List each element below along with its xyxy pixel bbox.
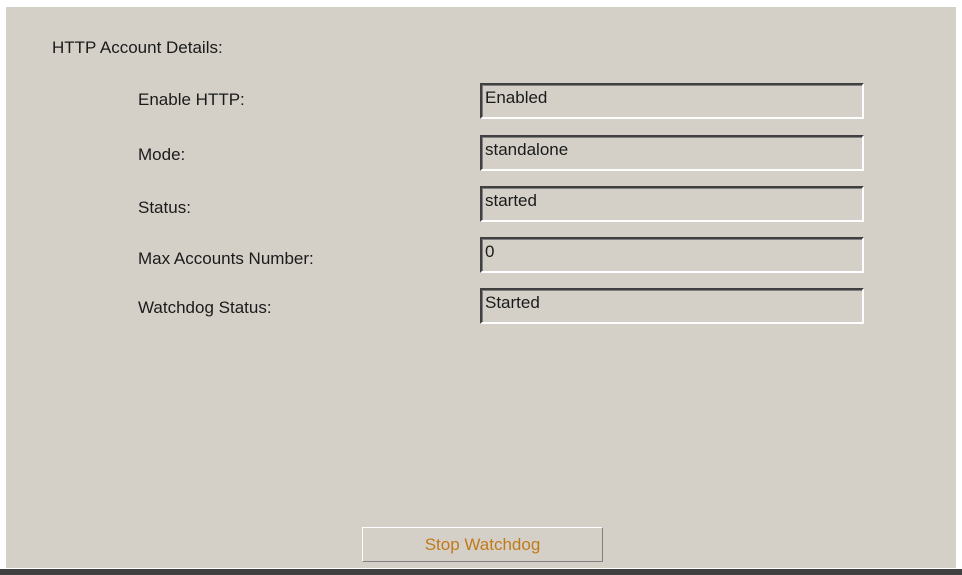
section-title: HTTP Account Details: — [52, 38, 223, 57]
max-accounts-number-field: 0 — [480, 237, 864, 273]
http-account-details-panel: HTTP Account Details: Enable HTTP: Enabl… — [0, 0, 962, 575]
status-label: Status: — [138, 198, 191, 217]
mode-label: Mode: — [138, 145, 186, 164]
status-field: started — [480, 186, 864, 222]
enable-http-label: Enable HTTP: — [138, 90, 245, 109]
bottom-divider — [0, 569, 962, 575]
watchdog-status-field: Started — [480, 288, 864, 324]
enable-http-field: Enabled — [480, 83, 864, 119]
max-accounts-number-label: Max Accounts Number: — [138, 249, 314, 268]
watchdog-status-label: Watchdog Status: — [138, 298, 272, 317]
stop-watchdog-button[interactable]: Stop Watchdog — [362, 527, 603, 562]
mode-field: standalone — [480, 135, 864, 171]
